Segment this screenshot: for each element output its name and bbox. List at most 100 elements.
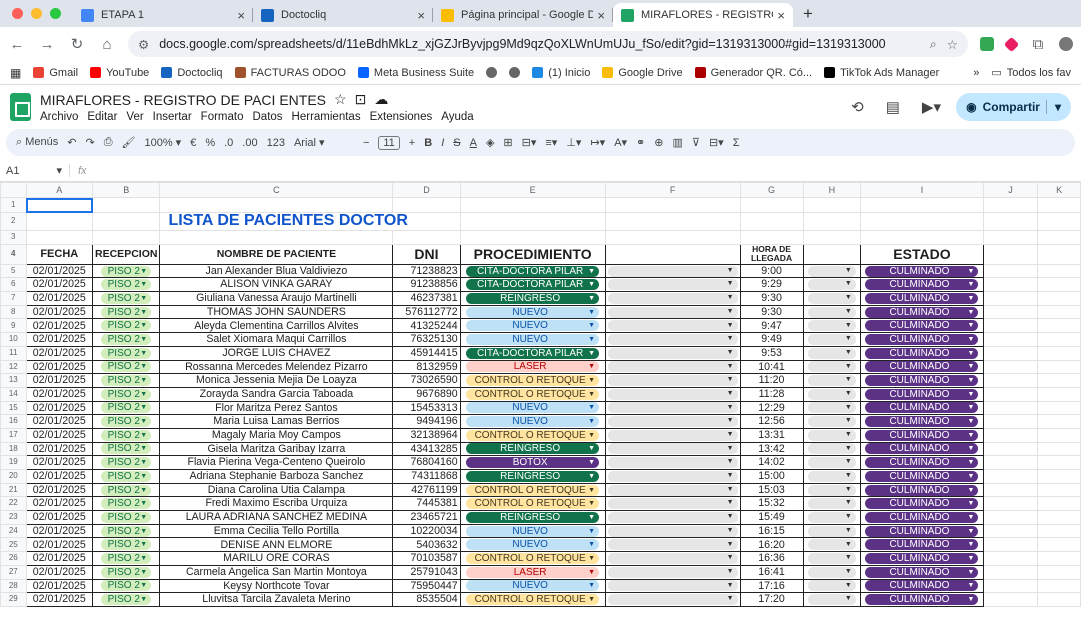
row-number[interactable]: 25 bbox=[0, 537, 27, 553]
empty-dropdown[interactable]: ▼ bbox=[607, 443, 738, 455]
extension-diamond-icon[interactable] bbox=[1003, 36, 1020, 52]
filter-icon[interactable]: ⊽ bbox=[692, 136, 700, 149]
font-select[interactable]: Arial ▾ bbox=[294, 136, 354, 149]
font-size-input[interactable]: 11 bbox=[378, 135, 400, 150]
fecha-cell[interactable]: 02/01/2025 bbox=[25, 455, 94, 470]
fecha-cell[interactable]: 02/01/2025 bbox=[25, 469, 94, 484]
cell[interactable] bbox=[92, 230, 161, 245]
menu-datos[interactable]: Datos bbox=[253, 111, 283, 123]
empty-dropdown-cell[interactable]: ▼ bbox=[604, 291, 741, 306]
hora-cell[interactable]: 12:56 bbox=[739, 414, 804, 429]
row-number[interactable]: 7 bbox=[0, 291, 27, 306]
reload-icon[interactable]: ↻ bbox=[68, 35, 86, 53]
empty-dropdown-cell[interactable]: ▼ bbox=[604, 455, 741, 470]
empty-dropdown[interactable]: ▼ bbox=[607, 498, 738, 510]
extension-chat-icon[interactable] bbox=[980, 37, 994, 51]
empty-dropdown-cell[interactable]: ▼ bbox=[604, 332, 741, 347]
nombre-cell[interactable]: Adriana Stephanie Barboza Sanchez bbox=[159, 469, 394, 484]
cell[interactable] bbox=[1037, 564, 1081, 580]
empty-dropdown-cell[interactable]: ▼ bbox=[604, 373, 741, 388]
cell[interactable] bbox=[982, 400, 1039, 416]
row-number[interactable]: 20 bbox=[0, 469, 27, 484]
empty-dropdown[interactable]: ▼ bbox=[807, 265, 856, 277]
dni-cell[interactable]: 15453313 bbox=[392, 400, 461, 416]
empty-dropdown[interactable]: ▼ bbox=[807, 361, 856, 373]
empty-dropdown[interactable]: ▼ bbox=[807, 429, 856, 441]
nombre-cell[interactable]: Fredi Maximo Escriba Urquiza bbox=[159, 496, 394, 512]
hora-cell[interactable]: 16:20 bbox=[739, 537, 804, 553]
row-number[interactable]: 21 bbox=[0, 482, 27, 498]
fecha-cell[interactable]: 02/01/2025 bbox=[25, 304, 94, 320]
column-header[interactable]: J bbox=[982, 182, 1039, 198]
row-number[interactable]: 16 bbox=[0, 414, 27, 429]
cell[interactable] bbox=[982, 510, 1039, 525]
empty-dropdown[interactable]: ▼ bbox=[607, 402, 738, 414]
hora-cell[interactable]: 9:47 bbox=[739, 318, 804, 334]
estado-cell[interactable]: CULMINADO ▼ bbox=[860, 537, 984, 553]
cell[interactable] bbox=[1037, 230, 1081, 245]
fecha-cell[interactable]: 02/01/2025 bbox=[25, 263, 94, 279]
fecha-cell[interactable]: 02/01/2025 bbox=[25, 578, 94, 594]
empty-dropdown-cell[interactable]: ▼ bbox=[802, 400, 862, 416]
empty-dropdown-cell[interactable]: ▼ bbox=[604, 592, 741, 607]
cell[interactable] bbox=[1037, 318, 1081, 334]
cell[interactable] bbox=[459, 230, 606, 245]
recepcion-dropdown[interactable]: PISO 2 ▼ bbox=[101, 443, 152, 455]
estado-dropdown[interactable]: CULMINADO ▼ bbox=[865, 265, 979, 277]
estado-dropdown[interactable]: CULMINADO ▼ bbox=[865, 498, 979, 510]
dni-cell[interactable]: 41325244 bbox=[392, 318, 461, 334]
minimize-window-button[interactable] bbox=[31, 8, 42, 19]
cell[interactable] bbox=[982, 441, 1039, 457]
fecha-cell[interactable]: 02/01/2025 bbox=[25, 345, 94, 361]
empty-dropdown-cell[interactable]: ▼ bbox=[802, 455, 862, 470]
recepcion-cell[interactable]: PISO 2 ▼ bbox=[92, 373, 161, 388]
cell[interactable] bbox=[982, 551, 1039, 566]
nombre-cell[interactable]: ALISON VINKA GARAY bbox=[159, 277, 394, 293]
fecha-cell[interactable]: 02/01/2025 bbox=[25, 318, 94, 334]
bookmark-item[interactable]: Generador QR. Có... bbox=[694, 67, 812, 79]
site-info-icon[interactable]: ⚙ bbox=[138, 37, 149, 52]
row-number[interactable]: 17 bbox=[0, 427, 27, 443]
column-header[interactable]: C bbox=[159, 182, 394, 198]
empty-dropdown-cell[interactable]: ▼ bbox=[802, 414, 862, 429]
empty-dropdown[interactable]: ▼ bbox=[807, 457, 856, 469]
nombre-cell[interactable]: Diana Carolina Utia Calampa bbox=[159, 482, 394, 498]
header-hora[interactable]: HORA DE LLEGADA bbox=[739, 243, 804, 265]
recepcion-cell[interactable]: PISO 2 ▼ bbox=[92, 359, 161, 375]
estado-dropdown[interactable]: CULMINADO ▼ bbox=[865, 484, 979, 496]
row-number[interactable]: 19 bbox=[0, 455, 27, 470]
estado-cell[interactable]: CULMINADO ▼ bbox=[860, 482, 984, 498]
bookmark-item[interactable]: (1) Inicio bbox=[532, 67, 590, 79]
recepcion-cell[interactable]: PISO 2 ▼ bbox=[92, 277, 161, 293]
browser-tab[interactable]: Página principal - Google Driv × bbox=[433, 3, 613, 27]
cell[interactable] bbox=[982, 359, 1039, 375]
italic-button[interactable]: I bbox=[441, 137, 444, 149]
row-number[interactable]: 3 bbox=[0, 230, 27, 245]
empty-dropdown-cell[interactable]: ▼ bbox=[802, 345, 862, 361]
tab-close-icon[interactable]: × bbox=[417, 8, 425, 23]
cell[interactable] bbox=[1037, 277, 1081, 293]
doc-title[interactable]: MIRAFLORES - REGISTRO DE PACI ENTES bbox=[40, 92, 326, 108]
row-number[interactable]: 26 bbox=[0, 551, 27, 566]
hora-cell[interactable]: 10:41 bbox=[739, 359, 804, 375]
cell[interactable] bbox=[982, 427, 1039, 443]
menu-insertar[interactable]: Insertar bbox=[153, 111, 192, 123]
dni-cell[interactable]: 45914415 bbox=[392, 345, 461, 361]
fecha-cell[interactable]: 02/01/2025 bbox=[25, 496, 94, 512]
fecha-cell[interactable]: 02/01/2025 bbox=[25, 291, 94, 306]
bookmark-item[interactable] bbox=[486, 67, 498, 79]
recepcion-cell[interactable]: PISO 2 ▼ bbox=[92, 510, 161, 525]
dni-cell[interactable]: 10220034 bbox=[392, 523, 461, 539]
fecha-cell[interactable]: 02/01/2025 bbox=[25, 373, 94, 388]
meet-icon[interactable]: ▶▾ bbox=[922, 98, 941, 116]
empty-dropdown-cell[interactable]: ▼ bbox=[604, 386, 741, 402]
bookmarks-folder[interactable]: ▭ Todos los fav bbox=[991, 66, 1071, 80]
recepcion-cell[interactable]: PISO 2 ▼ bbox=[92, 427, 161, 443]
nombre-cell[interactable]: Giuliana Vanessa Araujo Martinelli bbox=[159, 291, 394, 306]
cell[interactable] bbox=[982, 263, 1039, 279]
recepcion-dropdown[interactable]: PISO 2 ▼ bbox=[101, 429, 152, 441]
nombre-cell[interactable]: Maria Luisa Lamas Berrios bbox=[159, 414, 394, 429]
procedimiento-cell[interactable]: NUEVO ▼ bbox=[459, 400, 606, 416]
cell[interactable] bbox=[459, 197, 606, 213]
cell[interactable] bbox=[1037, 304, 1081, 320]
